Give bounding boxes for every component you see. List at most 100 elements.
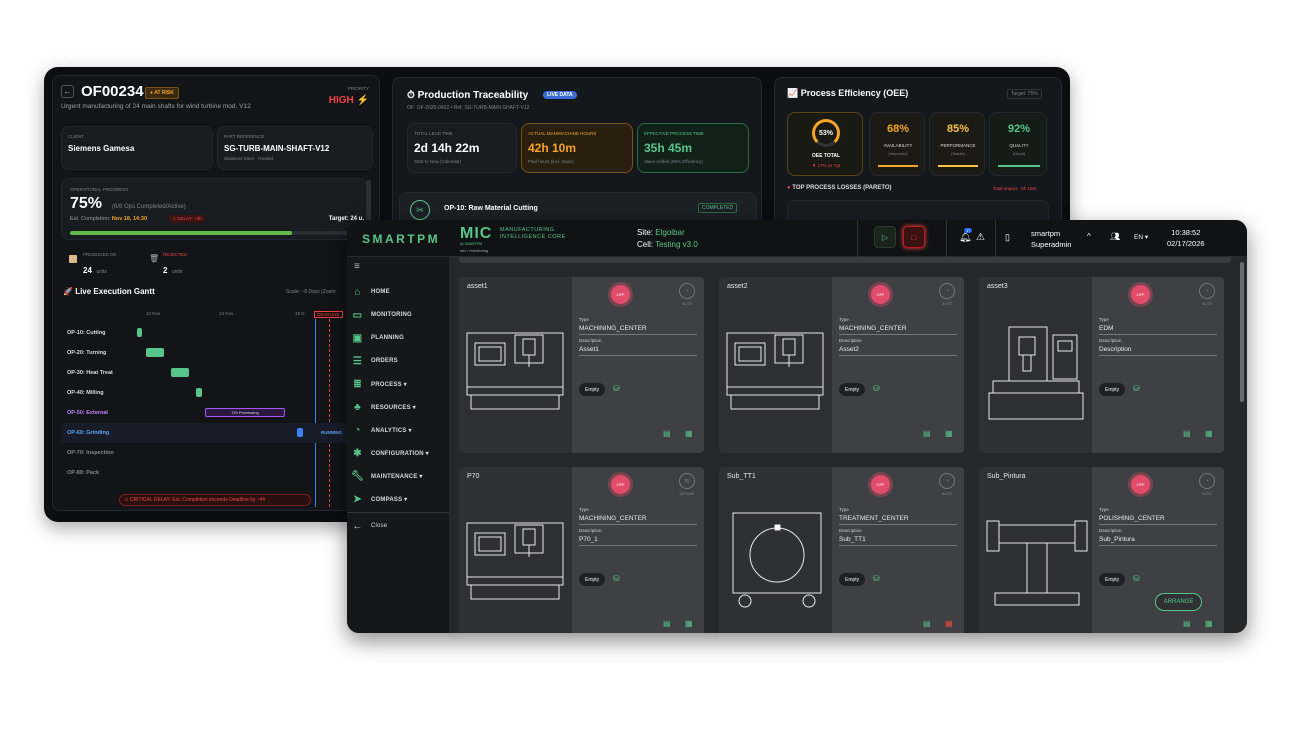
top-bar: SMARTPM MIC MANUFACTURING INTELLIGENCE C… (347, 220, 1247, 257)
database-icon[interactable]: ⛁ (873, 574, 880, 583)
auto-mode-icon[interactable]: ◔ (939, 473, 955, 489)
empty-badge[interactable]: Empty (839, 383, 866, 396)
gantt-bar[interactable] (171, 368, 190, 377)
mic-line1: MANUFACTURING (500, 227, 555, 233)
wifi-off-icon[interactable]: ≋ (679, 473, 695, 489)
sidebar-item-compass[interactable]: ➤ COMPASS ▾ (352, 490, 407, 508)
type-label: Type (579, 507, 589, 512)
asset-drawing (719, 467, 832, 633)
empty-badge[interactable]: Empty (1099, 573, 1126, 586)
sidebar-item-resources[interactable]: ♣ RESOURCES ▾ (352, 398, 416, 416)
user-name: smartpm (1031, 229, 1061, 238)
hamburger-menu-icon[interactable]: ≡ (354, 261, 360, 272)
database-icon[interactable]: ⛁ (613, 384, 620, 393)
wrench-icon: 🔧︎ (351, 470, 364, 482)
calendar-icon[interactable]: ▦ (1205, 619, 1213, 628)
mode-label: OFFLINE (679, 492, 695, 496)
back-button[interactable]: ← (61, 85, 74, 98)
database-icon[interactable]: ⛁ (873, 384, 880, 393)
breadcrumb[interactable]: mic / monitoring (460, 248, 488, 253)
asset-card[interactable]: Sub_TT1 OFF ◔ AUTO Type TREATMENT_CENTER… (719, 467, 964, 633)
sidebar-item-configuration[interactable]: ✱ CONFIGURATION ▾ (352, 444, 429, 462)
mic-line2: INTELLIGENCE CORE (500, 234, 566, 240)
power-off-button[interactable]: OFF (1131, 285, 1150, 304)
calendar-icon[interactable]: ▦ (685, 429, 693, 438)
power-off-button[interactable]: OFF (871, 285, 890, 304)
document-icon[interactable]: ▤ (923, 619, 931, 628)
document-icon[interactable]: ▤ (1183, 619, 1191, 628)
sidebar-item-maintenance[interactable]: 🔧︎ MAINTENANCE ▾ (351, 467, 423, 485)
gantt-scale: Scale: ~8 Days (Zoom (286, 289, 336, 295)
auto-mode-icon[interactable]: ◔ (1199, 473, 1215, 489)
mode-label: AUTO (1202, 302, 1212, 306)
site-info: Site: Elgoibar Cell: Testing v3.0 (637, 227, 698, 251)
language-select[interactable]: EN ▾ (1134, 233, 1148, 241)
calendar-icon[interactable]: ▦ (1205, 429, 1213, 438)
arrange-button[interactable]: ARRANGE (1155, 593, 1202, 611)
est-completion: Est. Completion: Nov 18, 14:30 (70, 216, 147, 222)
divider (995, 220, 996, 257)
content-scrollbar[interactable] (1240, 262, 1244, 402)
play-button[interactable]: ▷ (874, 226, 896, 248)
users-icon[interactable]: 👥︎ (1110, 232, 1120, 241)
close-sidebar-button[interactable]: ← Close (352, 517, 387, 535)
empty-badge[interactable]: Empty (839, 573, 866, 586)
quality-value: 92% (1007, 123, 1031, 135)
document-icon[interactable]: ▤ (663, 429, 671, 438)
user-info[interactable]: smartpm Superadmin (1031, 228, 1071, 250)
auto-mode-icon[interactable]: ◔ (939, 283, 955, 299)
oee-gauge: 53% (812, 119, 840, 147)
sidebar-item-orders[interactable]: ☰ ORDERS (352, 352, 398, 370)
oee-total-value: 53% (818, 129, 833, 137)
gantt-row-label: OP-20: Turning (67, 350, 107, 356)
gantt-bar[interactable] (137, 328, 143, 337)
database-icon[interactable]: ⛁ (613, 574, 620, 583)
calendar-icon[interactable]: ▦ (685, 619, 693, 628)
document-icon[interactable]: ▤ (663, 619, 671, 628)
database-icon[interactable]: ⛁ (1133, 384, 1140, 393)
type-value: POLISHING_CENTER (1099, 515, 1217, 525)
sidebar-item-process[interactable]: ≣ PROCESS ▾ (352, 375, 407, 393)
asset-drawing (459, 277, 572, 453)
empty-badge[interactable]: Empty (579, 573, 606, 586)
auto-mode-icon[interactable]: ◔ (679, 283, 695, 299)
asset-card[interactable]: asset2 OFF ◔ AUTO Type MACHINING_CENTER … (719, 277, 964, 453)
power-off-button[interactable]: OFF (871, 475, 890, 494)
warning-icon[interactable]: ⚠ (976, 232, 985, 243)
sidebar-item-label: ANALYTICS ▾ (371, 427, 412, 434)
gantt-bar[interactable]: 72h Processing (205, 408, 285, 417)
database-icon[interactable]: ⛁ (1133, 574, 1140, 583)
gantt-bar[interactable] (196, 388, 202, 397)
bell-icon[interactable]: 🔔︎ (959, 232, 972, 243)
power-off-button[interactable]: OFF (611, 285, 630, 304)
stop-button[interactable]: □ (903, 226, 925, 248)
calendar-icon[interactable]: ▦ (945, 429, 953, 438)
power-off-button[interactable]: OFF (1131, 475, 1150, 494)
clock-time: 10:38:52 (1171, 228, 1201, 237)
document-icon[interactable]: ▤ (1183, 429, 1191, 438)
produced-value: 24 units (83, 260, 107, 278)
sidebar-item-analytics[interactable]: ◔ ANALYTICS ▾ (352, 421, 412, 439)
chevron-up-icon[interactable]: ^ (1087, 232, 1091, 241)
gantt-bar[interactable] (146, 348, 164, 357)
empty-badge[interactable]: Empty (579, 383, 606, 396)
progress-card: OPERATIONAL PROGRESS 75% (6/8 Ops Comple… (61, 178, 367, 240)
sidebar-item-home[interactable]: ⌂ HOME (352, 283, 390, 301)
asset-card[interactable]: asset1 OFF ◔ AUTO Type MACHINING_CENTER … (459, 277, 704, 453)
power-off-button[interactable]: OFF (611, 475, 630, 494)
produced-number: 24 (83, 266, 92, 275)
clock: 10:38:52 02/17/2026 (1167, 227, 1205, 249)
critical-delay-banner: ⚠ CRITICAL DELAY: Est. Completion exceed… (119, 494, 311, 506)
gantt-date-1: 10 Nov (146, 311, 161, 316)
empty-badge[interactable]: Empty (1099, 383, 1126, 396)
sidebar-item-planning[interactable]: ▣ PLANNING (352, 329, 404, 347)
external-bar-label: 72h Processing (231, 410, 259, 415)
type-value: TREATMENT_CENTER (839, 515, 957, 525)
document-icon[interactable]: ▤ (923, 429, 931, 438)
sidebar-item-monitoring[interactable]: ▭ MONITORING (352, 306, 412, 324)
gantt-bar[interactable] (297, 428, 303, 437)
asset-card[interactable]: P70 OFF ≋ OFFLINE Type MACHINING_CENTER … (459, 467, 704, 633)
asset-card[interactable]: asset3 OFF ◔ AUTO Type EDM Description D… (979, 277, 1224, 453)
calendar-icon[interactable]: ▦ (945, 619, 953, 628)
auto-mode-icon[interactable]: ◔ (1199, 283, 1215, 299)
